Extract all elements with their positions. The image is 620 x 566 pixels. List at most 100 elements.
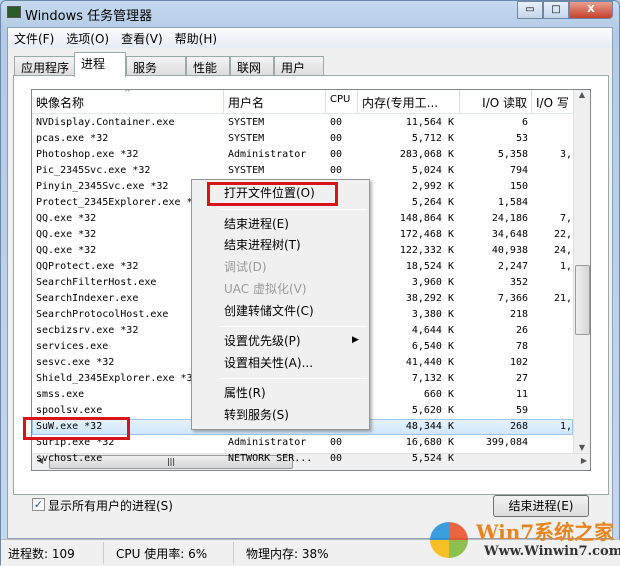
cell-user-name[interactable]: Administrator bbox=[228, 147, 324, 163]
column-image-name[interactable]: 映像名称 ^ bbox=[32, 90, 224, 114]
cell-io-read[interactable]: 2,247 bbox=[462, 259, 528, 275]
cell-memory[interactable]: 16,680 K bbox=[362, 435, 454, 451]
cell-cpu[interactable]: 00 bbox=[330, 435, 356, 451]
cell-io-read[interactable]: 40,938 bbox=[462, 243, 528, 259]
cell-io-write[interactable] bbox=[534, 179, 572, 195]
cell-io-read[interactable]: 150 bbox=[462, 179, 528, 195]
scroll-up-icon[interactable]: ▲ bbox=[574, 90, 590, 99]
cell-io-write[interactable] bbox=[534, 163, 572, 179]
cell-io-write[interactable] bbox=[534, 307, 572, 323]
cell-memory[interactable]: 5,024 K bbox=[362, 163, 454, 179]
tab-users[interactable]: 用户 bbox=[274, 56, 324, 76]
menu-help[interactable]: 帮助(H) bbox=[169, 28, 223, 48]
cell-io-write[interactable]: 21, bbox=[534, 291, 572, 307]
menu-set-priority[interactable]: 设置优先级(P) bbox=[224, 331, 301, 351]
cell-io-read[interactable]: 78 bbox=[462, 339, 528, 355]
cell-io-read[interactable]: 53 bbox=[462, 131, 528, 147]
cell-io-read[interactable]: 34,648 bbox=[462, 227, 528, 243]
cell-io-read[interactable]: 59 bbox=[462, 403, 528, 419]
cell-io-read[interactable]: 11 bbox=[462, 387, 528, 403]
cell-io-read[interactable]: 794 bbox=[462, 163, 528, 179]
cell-io-read[interactable]: 1,584 bbox=[462, 195, 528, 211]
cell-io-write[interactable]: 7, bbox=[534, 211, 572, 227]
cell-image-name[interactable]: NVDisplay.Container.exe bbox=[36, 115, 224, 131]
cell-io-read[interactable]: 268 bbox=[462, 419, 528, 435]
cell-cpu[interactable]: 00 bbox=[330, 115, 356, 131]
menu-go-to-service[interactable]: 转到服务(S) bbox=[224, 405, 289, 425]
scroll-down-icon[interactable]: ▼ bbox=[574, 443, 590, 452]
minimize-button[interactable]: ▭ bbox=[517, 1, 543, 19]
cell-io-read[interactable]: 5,358 bbox=[462, 147, 528, 163]
cell-io-write[interactable] bbox=[534, 387, 572, 403]
column-user-name[interactable]: 用户名 bbox=[224, 90, 326, 114]
cell-memory[interactable]: 38,292 K bbox=[362, 291, 454, 307]
cell-io-write[interactable] bbox=[534, 371, 572, 387]
end-process-button[interactable]: 结束进程(E) bbox=[493, 495, 589, 517]
menu-options[interactable]: 选项(O) bbox=[60, 28, 115, 48]
cell-io-write[interactable]: 1, bbox=[534, 259, 572, 275]
cell-memory[interactable]: 5,712 K bbox=[362, 131, 454, 147]
cell-cpu[interactable]: 00 bbox=[330, 147, 356, 163]
cell-io-write[interactable]: 22, bbox=[534, 227, 572, 243]
cell-user-name[interactable]: SYSTEM bbox=[228, 131, 324, 147]
menu-set-affinity[interactable]: 设置相关性(A)... bbox=[224, 353, 313, 373]
scroll-right-icon[interactable]: ▶ bbox=[581, 456, 587, 465]
menu-end-process-tree[interactable]: 结束进程树(T) bbox=[224, 235, 301, 255]
cell-memory[interactable]: 4,644 K bbox=[362, 323, 454, 339]
column-cpu[interactable]: CPU bbox=[326, 90, 358, 114]
cell-io-write[interactable] bbox=[534, 323, 572, 339]
menu-view[interactable]: 查看(V) bbox=[115, 28, 169, 48]
cell-memory[interactable]: 48,344 K bbox=[362, 419, 454, 435]
maximize-button[interactable]: □ bbox=[543, 1, 569, 19]
cell-image-name[interactable]: pcas.exe *32 bbox=[36, 131, 224, 147]
vertical-scrollbar[interactable]: ▲ ▼ bbox=[573, 90, 590, 454]
cell-io-write[interactable]: 1, bbox=[534, 419, 572, 435]
cell-io-read[interactable] bbox=[462, 451, 528, 467]
column-memory[interactable]: 内存(专用工... bbox=[358, 90, 460, 114]
cell-io-read[interactable]: 102 bbox=[462, 355, 528, 371]
cell-io-read[interactable]: 24,186 bbox=[462, 211, 528, 227]
tab-applications[interactable]: 应用程序 bbox=[14, 56, 77, 76]
cell-io-write[interactable]: 3, bbox=[534, 147, 572, 163]
cell-io-write[interactable] bbox=[534, 339, 572, 355]
cell-io-write[interactable] bbox=[534, 451, 572, 467]
cell-io-write[interactable] bbox=[534, 195, 572, 211]
cell-memory[interactable]: 5,524 K bbox=[362, 451, 454, 467]
cell-image-name[interactable]: svchost.exe bbox=[36, 451, 224, 467]
cell-image-name[interactable]: Photoshop.exe *32 bbox=[36, 147, 224, 163]
cell-memory[interactable]: 11,564 K bbox=[362, 115, 454, 131]
cell-memory[interactable]: 7,132 K bbox=[362, 371, 454, 387]
cell-user-name[interactable]: SYSTEM bbox=[228, 115, 324, 131]
cell-memory[interactable]: 172,468 K bbox=[362, 227, 454, 243]
cell-io-read[interactable]: 352 bbox=[462, 275, 528, 291]
tab-networking[interactable]: 联网 bbox=[230, 56, 274, 76]
cell-memory[interactable]: 283,068 K bbox=[362, 147, 454, 163]
cell-memory[interactable]: 660 K bbox=[362, 387, 454, 403]
cell-memory[interactable]: 3,960 K bbox=[362, 275, 454, 291]
cell-memory[interactable]: 148,864 K bbox=[362, 211, 454, 227]
cell-image-name[interactable]: Pic_2345Svc.exe *32 bbox=[36, 163, 224, 179]
menu-file[interactable]: 文件(F) bbox=[8, 28, 60, 48]
cell-io-write[interactable] bbox=[534, 131, 572, 147]
cell-memory[interactable]: 5,620 K bbox=[362, 403, 454, 419]
cell-io-read[interactable]: 27 bbox=[462, 371, 528, 387]
cell-io-write[interactable]: 24, bbox=[534, 243, 572, 259]
cell-cpu[interactable]: 00 bbox=[330, 163, 356, 179]
cell-memory[interactable]: 41,440 K bbox=[362, 355, 454, 371]
close-button[interactable]: X bbox=[569, 1, 613, 19]
menu-end-process[interactable]: 结束进程(E) bbox=[224, 214, 289, 234]
cell-memory[interactable]: 5,264 K bbox=[362, 195, 454, 211]
cell-io-write[interactable] bbox=[534, 115, 572, 131]
cell-cpu[interactable]: 00 bbox=[330, 451, 356, 467]
cell-user-name[interactable]: NETWORK SER... bbox=[228, 451, 324, 467]
cell-io-write[interactable] bbox=[534, 403, 572, 419]
column-io-write[interactable]: I/O 写 bbox=[532, 90, 574, 114]
cell-cpu[interactable]: 00 bbox=[330, 131, 356, 147]
tab-services[interactable]: 服务 bbox=[126, 56, 186, 76]
cell-user-name[interactable]: SYSTEM bbox=[228, 163, 324, 179]
cell-memory[interactable]: 122,332 K bbox=[362, 243, 454, 259]
cell-io-read[interactable]: 218 bbox=[462, 307, 528, 323]
cell-memory[interactable]: 2,992 K bbox=[362, 179, 454, 195]
cell-io-write[interactable] bbox=[534, 435, 572, 451]
cell-io-write[interactable] bbox=[534, 275, 572, 291]
